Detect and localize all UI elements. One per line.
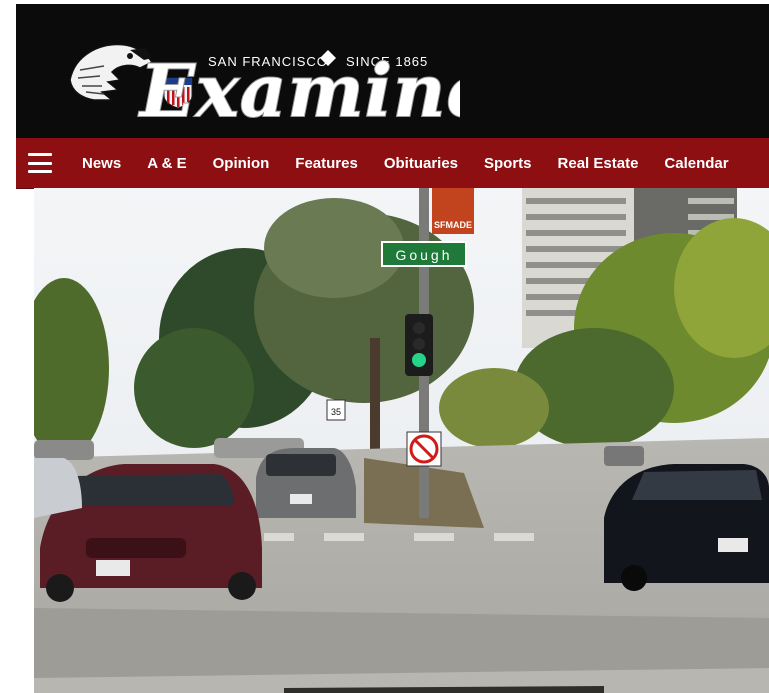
banner-text: SFMADE	[434, 220, 472, 230]
main-navigation: News A & E Opinion Features Obituaries S…	[16, 138, 769, 189]
speed-sign-text: 35	[331, 407, 341, 417]
nav-item-opinion[interactable]: Opinion	[213, 155, 270, 172]
street-scene-image: Gough SFMADE 35	[34, 188, 769, 693]
nav-item-sports[interactable]: Sports	[484, 155, 532, 172]
hamburger-menu-icon[interactable]	[28, 153, 52, 173]
black-car	[604, 464, 769, 591]
nav-item-features[interactable]: Features	[295, 155, 358, 172]
nav-item-calendar[interactable]: Calendar	[664, 155, 728, 172]
masthead: SAN FRANCISCO SINCE 1865 Examiner	[16, 4, 769, 138]
nav-item-news[interactable]: News	[82, 155, 121, 172]
nav-item-real-estate[interactable]: Real Estate	[558, 155, 639, 172]
nav-item-obituaries[interactable]: Obituaries	[384, 155, 458, 172]
minivan	[256, 448, 356, 518]
masthead-name: Examiner	[138, 48, 460, 130]
examiner-logo[interactable]: SAN FRANCISCO SINCE 1865 Examiner	[60, 20, 460, 130]
hero-photo[interactable]: Gough SFMADE 35	[34, 188, 769, 693]
nav-item-arts-entertainment[interactable]: A & E	[147, 155, 186, 172]
street-sign-text: Gough	[395, 247, 452, 263]
